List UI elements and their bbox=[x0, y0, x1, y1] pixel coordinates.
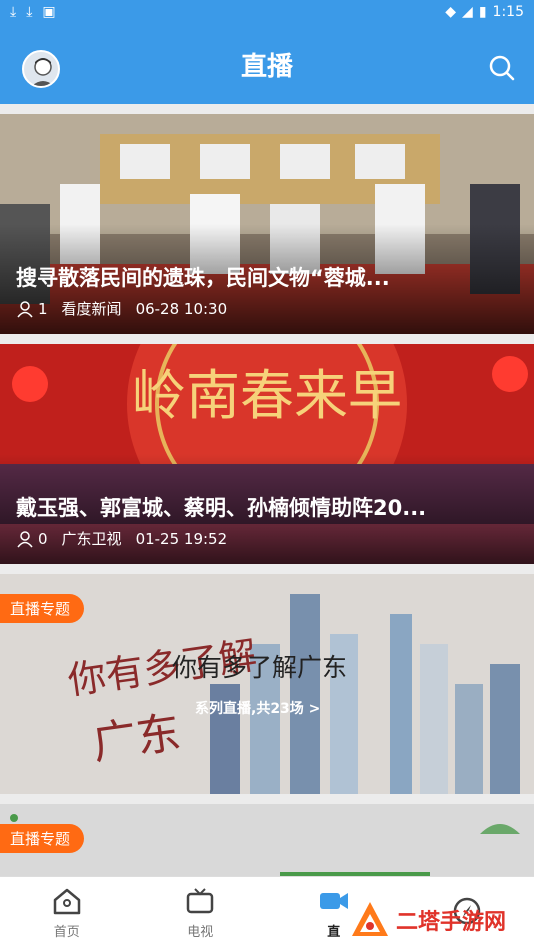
viewer-count: 0 bbox=[38, 529, 48, 548]
watermark: 二塔手游网 bbox=[350, 900, 506, 940]
nav-label: 首页 bbox=[53, 925, 80, 940]
source-label: 看度新闻 bbox=[61, 300, 122, 318]
download-icon: ⤓ bbox=[10, 4, 17, 20]
avatar[interactable] bbox=[22, 50, 60, 88]
card-meta: 1 看度新闻 06-28 10:30 bbox=[16, 298, 227, 319]
svg-text:岭南春来早: 岭南春来早 bbox=[132, 364, 402, 427]
card-title: 搜寻散落民间的遗珠，民间文物“蓉城... bbox=[16, 266, 390, 290]
watermark-text: 二塔手游网 bbox=[396, 910, 507, 935]
live-card[interactable]: 岭南春来早 戴玉强、郭富城、蔡明、孙楠倾情助阵20... 0 广东卫视 01-2… bbox=[0, 344, 534, 564]
wifi-icon: ◆ bbox=[445, 4, 457, 20]
page-title: 直播 bbox=[240, 51, 293, 82]
download-icon-2: ⤓ bbox=[26, 4, 33, 20]
topic-tag: 直播专题 bbox=[0, 594, 85, 623]
card-meta: 0 广东卫视 01-25 19:52 bbox=[16, 528, 227, 549]
timestamp: 01-25 19:52 bbox=[135, 529, 228, 548]
topic-card[interactable]: 直播专题 bbox=[0, 804, 534, 876]
app-bar: 直播 bbox=[0, 24, 534, 104]
battery-icon: ▮ bbox=[478, 4, 487, 20]
timestamp: 06-28 10:30 bbox=[135, 299, 228, 318]
nav-home[interactable]: 首页 bbox=[0, 877, 134, 950]
source-label: 广东卫视 bbox=[61, 530, 122, 548]
signal-icon: ◢ bbox=[462, 4, 473, 20]
status-bar: ⤓ ⤓ ▣ ◆ ◢ ▮ 1:15 bbox=[0, 0, 534, 24]
watermark-logo-icon bbox=[352, 902, 388, 936]
viewer-count: 1 bbox=[38, 299, 48, 318]
person-icon bbox=[17, 300, 33, 317]
topic-tag: 直播专题 bbox=[0, 824, 85, 853]
nav-label: 直 bbox=[327, 925, 341, 940]
topic-card[interactable]: 你有多了解 广东 直播专题 你有多了解广东 系列直播,共23场 > bbox=[0, 574, 534, 794]
nav-tv[interactable]: 电视 bbox=[134, 877, 268, 950]
search-icon[interactable] bbox=[488, 54, 516, 82]
card-title: 戴玉强、郭富城、蔡明、孙楠倾情助阵20... bbox=[16, 496, 427, 520]
home-icon bbox=[53, 888, 80, 915]
live-camera-icon bbox=[319, 893, 348, 909]
clock: 1:15 bbox=[492, 4, 524, 20]
nav-label: 电视 bbox=[187, 925, 214, 940]
tv-icon bbox=[187, 888, 214, 914]
topic-title: 你有多了解广东 bbox=[172, 653, 348, 682]
person-icon bbox=[17, 530, 33, 547]
live-card[interactable]: 搜寻散落民间的遗珠，民间文物“蓉城... 1 看度新闻 06-28 10:30 bbox=[0, 114, 534, 334]
live-feed: 搜寻散落民间的遗珠，民间文物“蓉城... 1 看度新闻 06-28 10:30 … bbox=[0, 104, 534, 876]
notification-icon: ▣ bbox=[42, 4, 56, 20]
topic-subtitle[interactable]: 系列直播,共23场 > bbox=[195, 698, 320, 718]
